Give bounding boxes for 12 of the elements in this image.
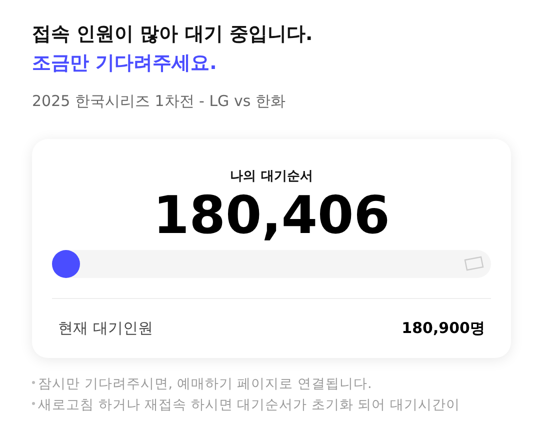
total-value: 180,900명 <box>402 318 485 339</box>
heading: 접속 인원이 많아 대기 중입니다. <box>32 22 314 47</box>
event-title: 2025 한국시리즈 1차전 - LG vs 한화 <box>32 91 286 112</box>
notice-text: 잠시만 기다려주시면, 예매하기 페이지로 연결됩니다. <box>38 374 372 394</box>
bullet-icon <box>32 402 35 404</box>
heading: 조금만 기다려주세요. <box>32 51 218 76</box>
queue-position: 180,406 <box>152 188 391 244</box>
ticket-icon <box>463 256 485 272</box>
total-label: 현재 대기인원 <box>58 318 153 339</box>
notice-text: 새로고침 하거나 재접속 하시면 대기순서가 초기화 되어 대기시간이 <box>38 396 460 414</box>
bullet-icon <box>32 380 35 384</box>
queue-label: 나의 대기순서 <box>229 168 314 186</box>
